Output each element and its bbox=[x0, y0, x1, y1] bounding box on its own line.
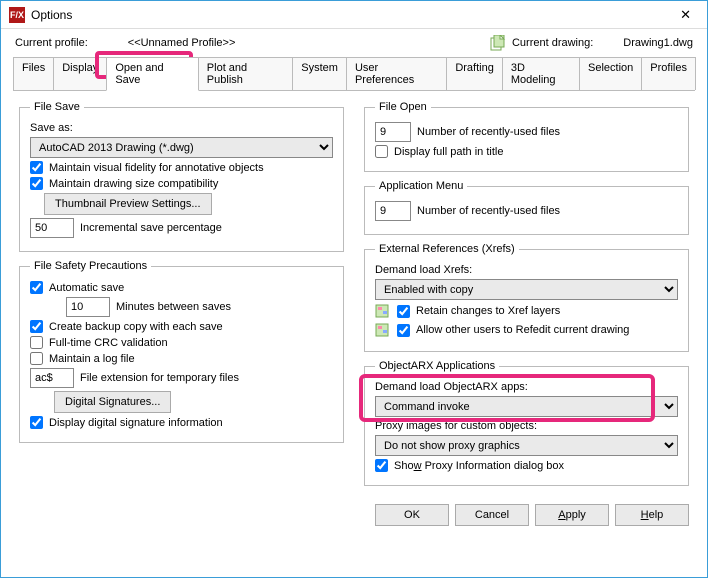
tabs: Files Display Open and Save Plot and Pub… bbox=[13, 57, 695, 91]
drawing-icon bbox=[490, 35, 506, 51]
ok-button[interactable]: OK bbox=[375, 504, 449, 526]
display-signature-checkbox[interactable] bbox=[30, 416, 43, 429]
temp-ext-input[interactable] bbox=[30, 368, 74, 388]
cancel-button[interactable]: Cancel bbox=[455, 504, 529, 526]
incremental-save-pct-label: Incremental save percentage bbox=[80, 222, 222, 234]
file-open-legend: File Open bbox=[375, 101, 431, 113]
proxy-images-select[interactable]: Do not show proxy graphics bbox=[375, 435, 678, 456]
show-proxy-label: Show Proxy Information dialog box bbox=[394, 460, 564, 472]
proxy-images-label: Proxy images for custom objects: bbox=[375, 420, 537, 432]
app-menu-recent-label: Number of recently-used files bbox=[417, 205, 560, 217]
log-file-checkbox[interactable] bbox=[30, 352, 43, 365]
tab-display[interactable]: Display bbox=[53, 57, 107, 90]
backup-copy-checkbox[interactable] bbox=[30, 320, 43, 333]
file-safety-group: File Safety Precautions Automatic save M… bbox=[19, 260, 344, 443]
tab-selection[interactable]: Selection bbox=[579, 57, 642, 90]
app-menu-group: Application Menu Number of recently-used… bbox=[364, 180, 689, 235]
retain-xref-label: Retain changes to Xref layers bbox=[416, 305, 560, 317]
incremental-save-pct-input[interactable] bbox=[30, 218, 74, 238]
auto-save-minutes-label: Minutes between saves bbox=[116, 301, 231, 313]
tab-files[interactable]: Files bbox=[13, 57, 54, 90]
file-save-legend: File Save bbox=[30, 101, 84, 113]
xrefs-demand-label: Demand load Xrefs: bbox=[375, 264, 472, 276]
auto-save-label: Automatic save bbox=[49, 282, 124, 294]
file-safety-legend: File Safety Precautions bbox=[30, 260, 151, 272]
file-save-group: File Save Save as: AutoCAD 2013 Drawing … bbox=[19, 101, 344, 252]
current-profile-label: Current profile: bbox=[15, 37, 88, 49]
crc-label: Full-time CRC validation bbox=[49, 337, 168, 349]
app-menu-legend: Application Menu bbox=[375, 180, 467, 192]
maintain-fidelity-checkbox[interactable] bbox=[30, 161, 43, 174]
objectarx-group: ObjectARX Applications Demand load Objec… bbox=[364, 360, 689, 486]
titlebar: F/X Options ✕ bbox=[1, 1, 707, 29]
allow-refedit-checkbox[interactable] bbox=[397, 324, 410, 337]
file-open-recent-label: Number of recently-used files bbox=[417, 126, 560, 138]
tab-user-preferences[interactable]: User Preferences bbox=[346, 57, 447, 90]
tab-open-and-save[interactable]: Open and Save bbox=[106, 57, 198, 91]
digital-signatures-button[interactable]: Digital Signatures... bbox=[54, 391, 171, 413]
xrefs-demand-select[interactable]: Enabled with copy bbox=[375, 279, 678, 300]
maintain-fidelity-label: Maintain visual fidelity for annotative … bbox=[49, 162, 264, 174]
app-icon: F/X bbox=[9, 7, 25, 23]
arx-demand-select[interactable]: Command invoke bbox=[375, 396, 678, 417]
current-drawing-label: Current drawing: bbox=[512, 37, 593, 49]
tab-drafting[interactable]: Drafting bbox=[446, 57, 503, 90]
apply-button[interactable]: Apply bbox=[535, 504, 609, 526]
button-bar: OK Cancel Apply Help bbox=[1, 496, 707, 538]
xrefs-group: External References (Xrefs) Demand load … bbox=[364, 243, 689, 352]
log-file-label: Maintain a log file bbox=[49, 353, 135, 365]
maintain-compat-checkbox[interactable] bbox=[30, 177, 43, 190]
arx-demand-label: Demand load ObjectARX apps: bbox=[375, 381, 528, 393]
right-column: File Open Number of recently-used files … bbox=[364, 101, 689, 486]
auto-save-minutes-input[interactable] bbox=[66, 297, 110, 317]
display-signature-label: Display digital signature information bbox=[49, 417, 223, 429]
show-proxy-checkbox[interactable] bbox=[375, 459, 388, 472]
save-as-format[interactable]: AutoCAD 2013 Drawing (*.dwg) bbox=[30, 137, 333, 158]
help-button[interactable]: Help bbox=[615, 504, 689, 526]
current-profile-name: <<Unnamed Profile>> bbox=[128, 37, 236, 49]
content: File Save Save as: AutoCAD 2013 Drawing … bbox=[1, 91, 707, 496]
temp-ext-label: File extension for temporary files bbox=[80, 372, 239, 384]
xrefs-legend: External References (Xrefs) bbox=[375, 243, 519, 255]
full-path-checkbox[interactable] bbox=[375, 145, 388, 158]
objectarx-legend: ObjectARX Applications bbox=[375, 360, 499, 372]
tab-system[interactable]: System bbox=[292, 57, 347, 90]
file-open-group: File Open Number of recently-used files … bbox=[364, 101, 689, 172]
thumbnail-preview-button[interactable]: Thumbnail Preview Settings... bbox=[44, 193, 212, 215]
window-title: Options bbox=[31, 8, 72, 22]
current-drawing-name: Drawing1.dwg bbox=[623, 37, 693, 49]
drawing-icon bbox=[375, 322, 391, 338]
tab-plot-and-publish[interactable]: Plot and Publish bbox=[198, 57, 293, 90]
allow-refedit-label: Allow other users to Refedit current dra… bbox=[416, 324, 629, 336]
maintain-compat-label: Maintain drawing size compatibility bbox=[49, 178, 218, 190]
retain-xref-checkbox[interactable] bbox=[397, 305, 410, 318]
tab-profiles[interactable]: Profiles bbox=[641, 57, 696, 90]
left-column: File Save Save as: AutoCAD 2013 Drawing … bbox=[19, 101, 344, 486]
profile-row: Current profile: <<Unnamed Profile>> Cur… bbox=[1, 29, 707, 57]
drawing-icon bbox=[375, 303, 391, 319]
tab-3d-modeling[interactable]: 3D Modeling bbox=[502, 57, 580, 90]
file-open-recent-input[interactable] bbox=[375, 122, 411, 142]
backup-copy-label: Create backup copy with each save bbox=[49, 321, 223, 333]
full-path-label: Display full path in title bbox=[394, 146, 503, 158]
save-as-label: Save as: bbox=[30, 122, 73, 134]
auto-save-checkbox[interactable] bbox=[30, 281, 43, 294]
close-button[interactable]: ✕ bbox=[672, 3, 699, 27]
app-menu-recent-input[interactable] bbox=[375, 201, 411, 221]
crc-checkbox[interactable] bbox=[30, 336, 43, 349]
